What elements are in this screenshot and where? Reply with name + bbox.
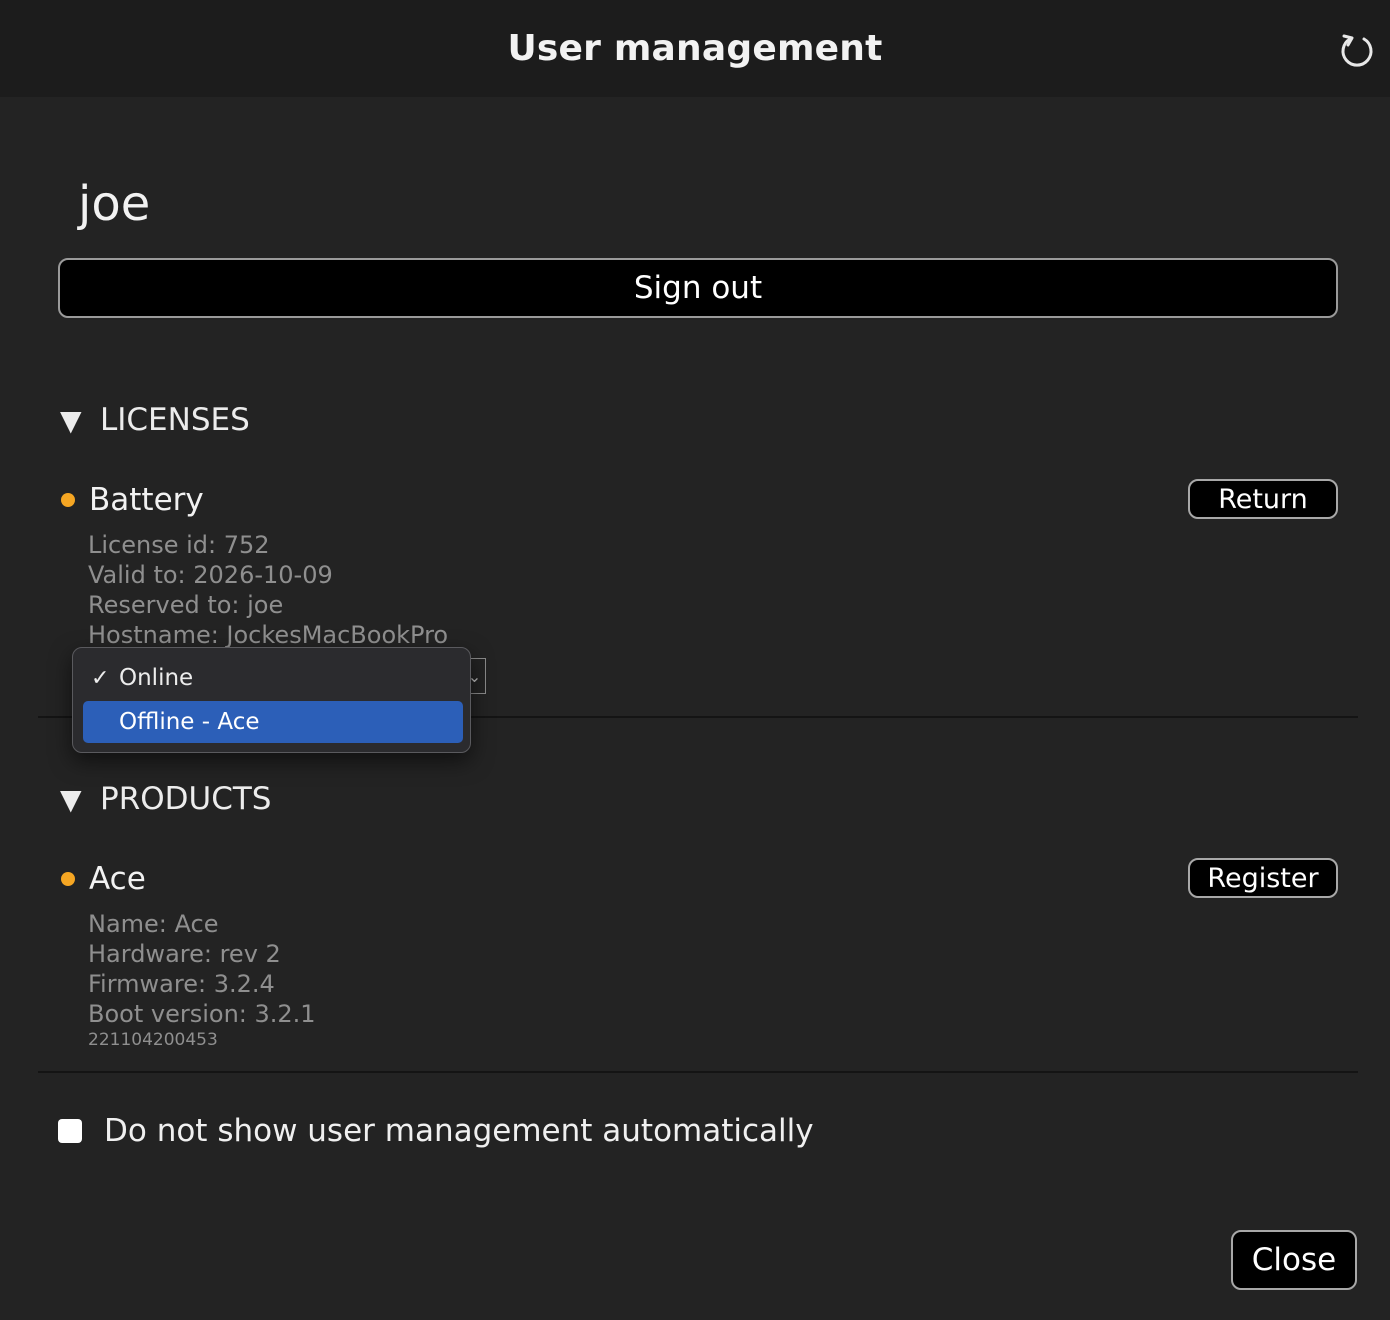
option-online[interactable]: ✓ Online [83,657,463,699]
product-firmware: Firmware: 3.2.4 [88,970,275,998]
license-name: Battery [89,482,204,518]
disclosure-triangle-icon: ▼ [60,403,82,437]
window-title: User management [507,28,883,69]
product-details: Name: Ace Hardware: rev 2 Firmware: 3.2.… [88,909,316,1051]
mode-dropdown-menu: ✓ Online Offline - Ace [72,647,471,753]
auto-show-label: Do not show user management automaticall… [104,1113,814,1149]
option-label: Offline - Ace [119,709,260,735]
product-item: Ace [60,861,146,897]
return-button[interactable]: Return [1188,479,1338,519]
license-reserved-to: Reserved to: joe [88,591,284,619]
licenses-header: LICENSES [100,402,250,438]
title-bar: User management [0,0,1390,97]
license-item: Battery [60,482,204,518]
close-button[interactable]: Close [1231,1230,1357,1290]
auto-show-option: Do not show user management automaticall… [58,1113,814,1149]
status-dot [61,872,75,886]
username: joe [78,176,151,232]
license-id: License id: 752 [88,531,270,559]
product-name-detail: Name: Ace [88,910,219,938]
product-name: Ace [89,861,146,897]
refresh-icon[interactable] [1338,32,1376,70]
option-label: Online [119,665,194,691]
status-dot [61,493,75,507]
license-hostname: Hostname: JockesMacBookPro [88,621,449,649]
product-serial: 221104200453 [88,1030,218,1050]
divider [38,1071,1358,1073]
disclosure-triangle-icon: ▼ [60,782,82,816]
sign-out-button[interactable]: Sign out [58,258,1338,318]
checkmark-icon: ✓ [91,665,110,691]
products-header: PRODUCTS [100,781,272,817]
product-hardware: Hardware: rev 2 [88,940,281,968]
option-offline-ace[interactable]: Offline - Ace [83,701,463,743]
license-valid-to: Valid to: 2026-10-09 [88,561,333,589]
licenses-section-toggle[interactable]: ▼ LICENSES [60,402,250,438]
register-button[interactable]: Register [1188,858,1338,898]
auto-show-checkbox[interactable] [58,1119,82,1143]
products-section-toggle[interactable]: ▼ PRODUCTS [60,781,271,817]
product-boot-version: Boot version: 3.2.1 [88,1000,316,1028]
license-details: License id: 752 Valid to: 2026-10-09 Res… [88,530,448,650]
